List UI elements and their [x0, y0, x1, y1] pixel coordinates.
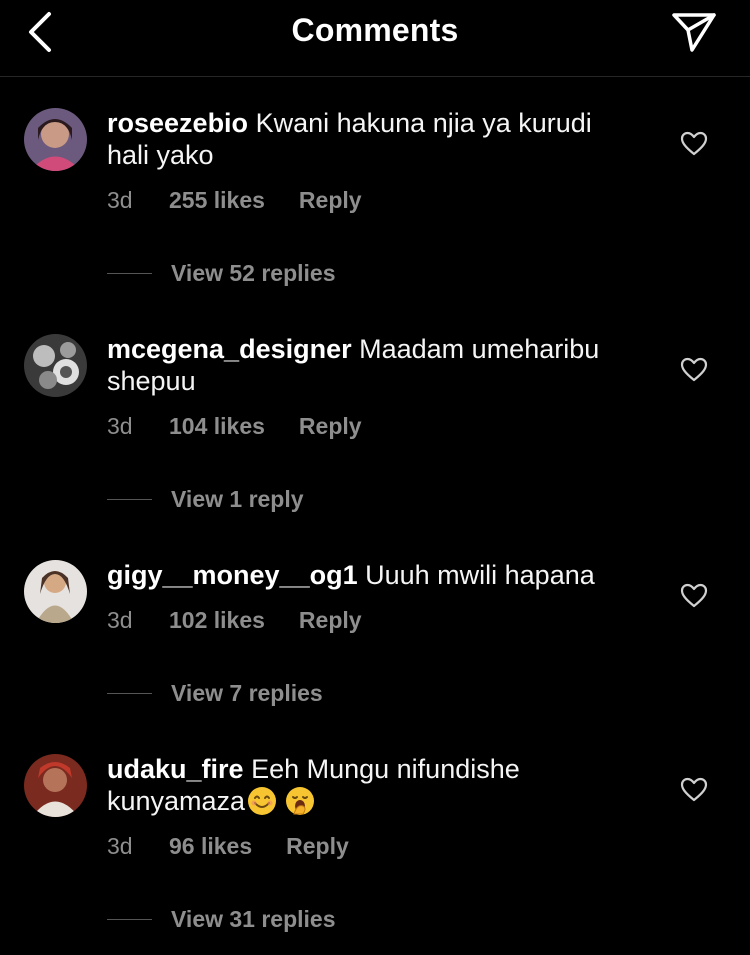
view-replies-button[interactable]: View 1 reply	[107, 486, 304, 513]
username[interactable]: gigy__money__og1	[107, 560, 358, 590]
yawning-face-emoji	[286, 787, 315, 815]
comment-text: roseezebio Kwani hakuna njia ya kurudi h…	[107, 107, 637, 171]
page-title: Comments	[291, 12, 459, 48]
likes-count[interactable]: 255 likes	[169, 187, 265, 214]
view-replies-button[interactable]: View 7 replies	[107, 680, 323, 707]
view-replies-label: View 52 replies	[171, 260, 336, 286]
heart-icon[interactable]	[680, 582, 708, 610]
username[interactable]: mcegena_designer	[107, 334, 352, 364]
share-button[interactable]	[668, 8, 720, 56]
reply-button[interactable]: Reply	[286, 833, 349, 860]
avatar[interactable]	[24, 754, 87, 817]
divider-line	[107, 499, 152, 500]
reply-button[interactable]: Reply	[299, 187, 362, 214]
heart-icon[interactable]	[680, 356, 708, 384]
comment-text: gigy__money__og1 Uuuh mwili hapana	[107, 559, 637, 591]
timestamp: 3d	[107, 833, 133, 859]
reply-button[interactable]: Reply	[299, 607, 362, 634]
divider-line	[107, 693, 152, 694]
comment-meta: 3d 102 likes Reply	[107, 607, 362, 634]
avatar[interactable]	[24, 560, 87, 623]
paper-plane-icon	[672, 13, 716, 52]
header-bar: Comments	[0, 0, 750, 77]
view-replies-label: View 1 reply	[171, 486, 304, 512]
view-replies-button[interactable]: View 52 replies	[107, 260, 336, 287]
likes-count[interactable]: 104 likes	[169, 413, 265, 440]
comment-meta: 3d 255 likes Reply	[107, 187, 362, 214]
likes-count[interactable]: 96 likes	[169, 833, 252, 860]
smiling-face-emoji	[248, 787, 277, 815]
heart-icon[interactable]	[680, 776, 708, 804]
view-replies-label: View 31 replies	[171, 906, 336, 932]
comment-text: udaku_fire Eeh Mungu nifundishe kunyamaz…	[107, 753, 637, 817]
comment-meta: 3d 104 likes Reply	[107, 413, 362, 440]
timestamp: 3d	[107, 413, 133, 439]
comment-text: mcegena_designer Maadam umeharibu shepuu	[107, 333, 637, 397]
avatar[interactable]	[24, 334, 87, 397]
view-replies-button[interactable]: View 31 replies	[107, 906, 336, 933]
username[interactable]: roseezebio	[107, 108, 248, 138]
comment-meta: 3d 96 likes Reply	[107, 833, 349, 860]
view-replies-label: View 7 replies	[171, 680, 323, 706]
divider-line	[107, 273, 152, 274]
timestamp: 3d	[107, 607, 133, 633]
reply-button[interactable]: Reply	[299, 413, 362, 440]
heart-icon[interactable]	[680, 130, 708, 158]
timestamp: 3d	[107, 187, 133, 213]
divider-line	[107, 919, 152, 920]
avatar[interactable]	[24, 108, 87, 171]
comment-body: Uuuh mwili hapana	[365, 560, 595, 590]
likes-count[interactable]: 102 likes	[169, 607, 265, 634]
username[interactable]: udaku_fire	[107, 754, 244, 784]
